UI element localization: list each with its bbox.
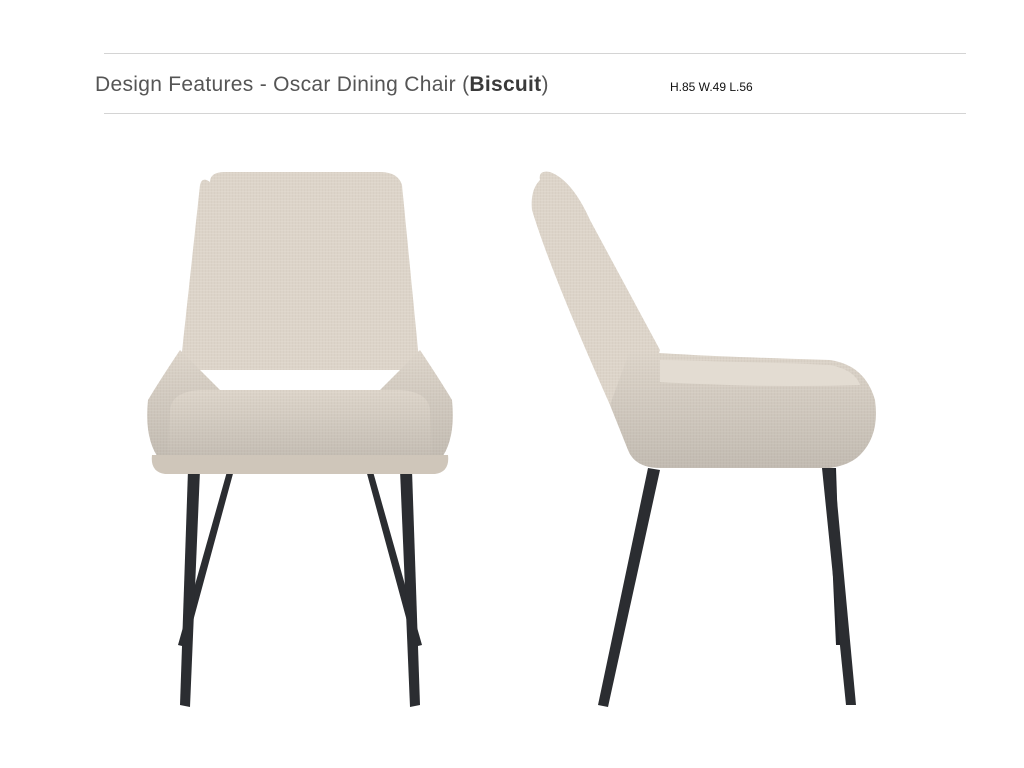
title-prefix: Design Features - Oscar Dining Chair ( [95,73,470,96]
title-color-name: Biscuit [469,73,542,96]
chair-side-view [531,171,876,707]
front-leg [598,468,660,707]
chair-front-view [147,172,453,707]
rear-leg [822,468,856,705]
top-divider [104,53,966,54]
backrest [180,172,420,370]
title-suffix: ) [541,73,549,96]
page-title: Design Features - Oscar Dining Chair (Bi… [95,73,549,97]
bottom-divider [104,113,966,114]
dimensions-label: H.85 W.49 L.56 [670,80,753,94]
